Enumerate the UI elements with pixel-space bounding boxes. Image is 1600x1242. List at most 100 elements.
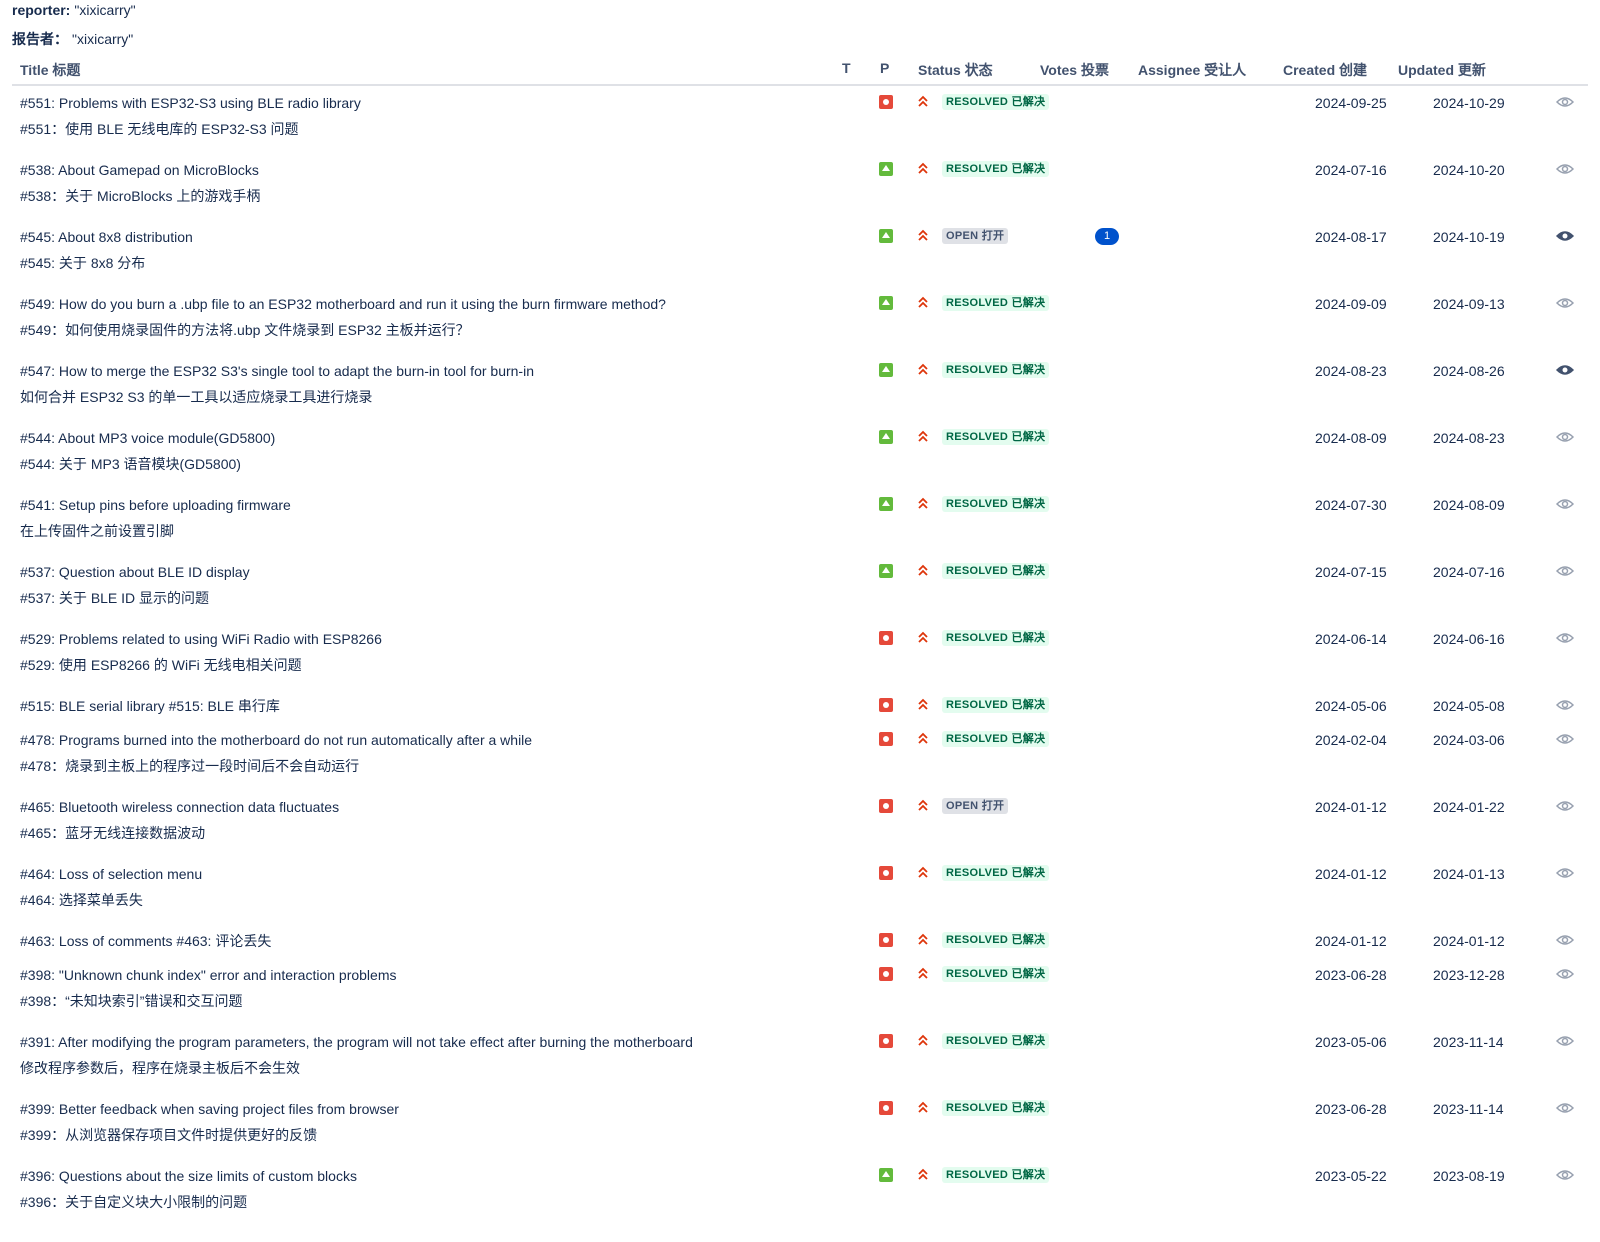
watch-eye-icon[interactable]: [1555, 497, 1575, 511]
improvement-icon: [879, 564, 893, 578]
issue-title-en[interactable]: #463: Loss of comments #463: 评论丢失: [20, 928, 271, 954]
issue-title-en[interactable]: #538: About Gamepad on MicroBlocks: [20, 157, 260, 183]
issue-title[interactable]: #396: Questions about the size limits of…: [20, 1163, 357, 1215]
column-header-updated[interactable]: Updated 更新: [1398, 60, 1486, 80]
watch-eye-icon[interactable]: [1555, 95, 1575, 109]
column-header-assignee[interactable]: Assignee 受让人: [1138, 60, 1246, 80]
column-header-type[interactable]: T: [842, 60, 851, 76]
watching-eye-icon[interactable]: [1555, 363, 1575, 377]
filter-label: reporter:: [12, 2, 71, 18]
issue-title[interactable]: #544: About MP3 voice module(GD5800) #544…: [20, 425, 275, 477]
filter-reporter: reporter: "xixicarry": [12, 2, 136, 18]
watch-eye-icon[interactable]: [1555, 799, 1575, 813]
column-header-title[interactable]: Title 标题: [20, 60, 80, 80]
issue-title[interactable]: #551: Problems with ESP32-S3 using BLE r…: [20, 90, 361, 142]
status-badge: RESOLVED 已解决: [942, 429, 1050, 445]
status-badge: RESOLVED 已解决: [942, 563, 1050, 579]
table-header: Title 标题 T P Status 状态 Votes 投票 Assignee…: [12, 58, 1588, 86]
issue-title-en[interactable]: #398: "Unknown chunk index" error and in…: [20, 962, 396, 988]
issue-title-en[interactable]: #551: Problems with ESP32-S3 using BLE r…: [20, 90, 361, 116]
issue-title-en[interactable]: #399: Better feedback when saving projec…: [20, 1096, 399, 1122]
issue-title-en[interactable]: #547: How to merge the ESP32 S3's single…: [20, 358, 534, 384]
bug-icon: [879, 1034, 893, 1048]
updated-date: 2023-11-14: [1433, 1101, 1504, 1117]
watch-eye-icon[interactable]: [1555, 296, 1575, 310]
improvement-icon: [879, 229, 893, 243]
updated-date: 2024-01-13: [1433, 866, 1505, 882]
issue-title[interactable]: #478: Programs burned into the motherboa…: [20, 727, 532, 779]
issue-title[interactable]: #549: How do you burn a .ubp file to an …: [20, 291, 666, 343]
issue-title[interactable]: #537: Question about BLE ID display #537:…: [20, 559, 250, 611]
issue-title[interactable]: #398: "Unknown chunk index" error and in…: [20, 962, 396, 1014]
issue-title-en[interactable]: #391: After modifying the program parame…: [20, 1029, 693, 1055]
issue-title-en[interactable]: #464: Loss of selection menu: [20, 861, 202, 887]
created-date: 2024-09-25: [1315, 95, 1387, 111]
issue-title[interactable]: #541: Setup pins before uploading firmwa…: [20, 492, 291, 544]
issue-title[interactable]: #399: Better feedback when saving projec…: [20, 1096, 399, 1148]
column-header-priority[interactable]: P: [880, 60, 889, 76]
issue-title-zh: 在上传固件之前设置引脚: [20, 523, 174, 539]
created-date: 2023-06-28: [1315, 967, 1387, 983]
watch-eye-icon[interactable]: [1555, 1101, 1575, 1115]
watch-eye-icon[interactable]: [1555, 933, 1575, 947]
bug-icon: [879, 799, 893, 813]
status-badge: RESOLVED 已解决: [942, 1167, 1050, 1183]
high-priority-icon: [916, 495, 930, 511]
issue-title[interactable]: #391: After modifying the program parame…: [20, 1029, 693, 1081]
issue-title-en[interactable]: #478: Programs burned into the motherboa…: [20, 727, 532, 753]
status-badge: RESOLVED 已解决: [942, 1033, 1050, 1049]
status-badge: RESOLVED 已解决: [942, 362, 1050, 378]
issue-title-en[interactable]: #549: How do you burn a .ubp file to an …: [20, 291, 666, 317]
updated-date: 2024-08-23: [1433, 430, 1505, 446]
issue-title[interactable]: #464: Loss of selection menu #464: 选择菜单丢失: [20, 861, 202, 913]
high-priority-icon: [916, 696, 930, 712]
high-priority-icon: [916, 562, 930, 578]
issue-title-en[interactable]: #544: About MP3 voice module(GD5800): [20, 425, 275, 451]
created-date: 2024-08-09: [1315, 430, 1387, 446]
updated-date: 2024-09-13: [1433, 296, 1505, 312]
issue-title-en[interactable]: #529: Problems related to using WiFi Rad…: [20, 626, 382, 652]
watch-eye-icon[interactable]: [1555, 162, 1575, 176]
issue-title-en[interactable]: #541: Setup pins before uploading firmwa…: [20, 492, 291, 518]
watch-eye-icon[interactable]: [1555, 1034, 1575, 1048]
created-date: 2023-05-06: [1315, 1034, 1387, 1050]
filter-label: 报告者：: [12, 31, 68, 47]
watch-eye-icon[interactable]: [1555, 967, 1575, 981]
watch-eye-icon[interactable]: [1555, 698, 1575, 712]
watch-eye-icon[interactable]: [1555, 430, 1575, 444]
issue-title[interactable]: #538: About Gamepad on MicroBlocks #538：关…: [20, 157, 260, 209]
updated-date: 2024-01-22: [1433, 799, 1505, 815]
watch-eye-icon[interactable]: [1555, 1168, 1575, 1182]
issue-title[interactable]: #545: About 8x8 distribution #545: 关于 8x8…: [20, 224, 193, 276]
watching-eye-icon[interactable]: [1555, 229, 1575, 243]
updated-date: 2024-10-19: [1433, 229, 1505, 245]
watch-eye-icon[interactable]: [1555, 564, 1575, 578]
issue-title[interactable]: #547: How to merge the ESP32 S3's single…: [20, 358, 534, 410]
issue-title-en[interactable]: #465: Bluetooth wireless connection data…: [20, 794, 339, 820]
issue-title[interactable]: #463: Loss of comments #463: 评论丢失: [20, 928, 271, 954]
column-header-created[interactable]: Created 创建: [1283, 60, 1367, 80]
created-date: 2024-06-14: [1315, 631, 1387, 647]
bug-icon: [879, 732, 893, 746]
bug-icon: [879, 967, 893, 981]
issue-title-en[interactable]: #515: BLE serial library #515: BLE 串行库: [20, 693, 280, 719]
created-date: 2024-01-12: [1315, 799, 1387, 815]
issue-title-zh: #464: 选择菜单丢失: [20, 892, 143, 908]
updated-date: 2024-08-26: [1433, 363, 1505, 379]
watch-eye-icon[interactable]: [1555, 866, 1575, 880]
issue-title-en[interactable]: #537: Question about BLE ID display: [20, 559, 250, 585]
high-priority-icon: [916, 931, 930, 947]
issue-title[interactable]: #515: BLE serial library #515: BLE 串行库: [20, 693, 280, 719]
status-badge: RESOLVED 已解决: [942, 697, 1050, 713]
status-badge: RESOLVED 已解决: [942, 94, 1050, 110]
column-header-votes[interactable]: Votes 投票: [1040, 60, 1109, 80]
watch-eye-icon[interactable]: [1555, 732, 1575, 746]
issue-title-en[interactable]: #396: Questions about the size limits of…: [20, 1163, 357, 1189]
column-header-status[interactable]: Status 状态: [918, 60, 993, 80]
issue-title-en[interactable]: #545: About 8x8 distribution: [20, 224, 193, 250]
updated-date: 2023-08-19: [1433, 1168, 1505, 1184]
created-date: 2024-02-04: [1315, 732, 1387, 748]
issue-title[interactable]: #529: Problems related to using WiFi Rad…: [20, 626, 382, 678]
watch-eye-icon[interactable]: [1555, 631, 1575, 645]
issue-title[interactable]: #465: Bluetooth wireless connection data…: [20, 794, 339, 846]
